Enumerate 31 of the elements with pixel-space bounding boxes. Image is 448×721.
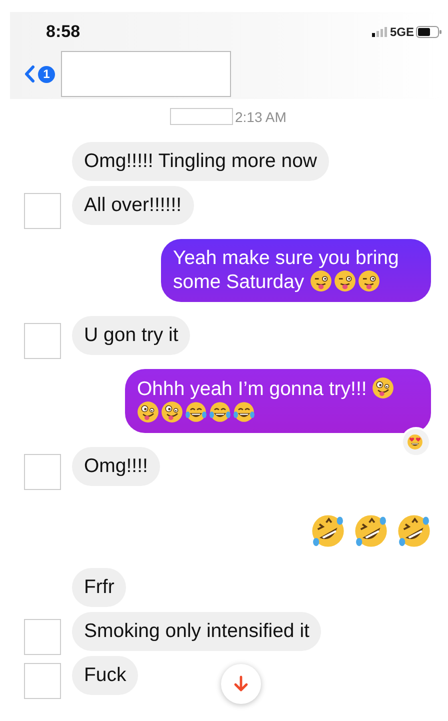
tears-of-joy-emoji-icon (185, 401, 207, 423)
winking-tongue-emoji-icon (358, 270, 380, 292)
clock-time: 8:58 (46, 22, 80, 42)
tears-of-joy-emoji-icon (233, 401, 255, 423)
rolling-laughing-emoji-icon (397, 514, 431, 548)
message-bubble: Omg!!!! (72, 447, 160, 486)
heart-eyes-emoji-icon (407, 434, 423, 450)
message-bubble: Smoking only intensified it (72, 612, 322, 651)
message-bubble: Yeah make sure you bring some Saturday (161, 239, 431, 302)
message-bubble: Frfr (72, 568, 126, 607)
message-bubble: Ohhh yeah I’m gonna try!!! (125, 369, 431, 433)
zany-face-emoji-icon (372, 377, 394, 399)
zany-face-emoji-icon (161, 401, 183, 423)
zany-face-emoji-icon (137, 401, 159, 423)
message-timestamp: 2:13 AM (235, 108, 286, 124)
tears-of-joy-emoji-icon (209, 401, 231, 423)
scroll-down-button[interactable] (221, 664, 261, 704)
battery-icon (416, 26, 442, 38)
down-arrow-icon (233, 675, 249, 693)
network-label: 5GE (390, 25, 414, 39)
back-chevron-icon (24, 65, 35, 83)
rolling-laughing-emoji-icon (354, 514, 388, 548)
signal-icon (372, 27, 389, 37)
redacted-box (170, 108, 233, 125)
message-bubble: All over!!!!!! (72, 186, 194, 225)
message-bubble: Fuck (72, 656, 138, 695)
message-bubble: U gon try it (72, 316, 190, 355)
rolling-laughing-emoji-icon (311, 514, 345, 548)
message-bubble: Omg!!!!! Tingling more now (72, 142, 330, 181)
winking-tongue-emoji-icon (334, 270, 356, 292)
winking-tongue-emoji-icon (310, 270, 332, 292)
